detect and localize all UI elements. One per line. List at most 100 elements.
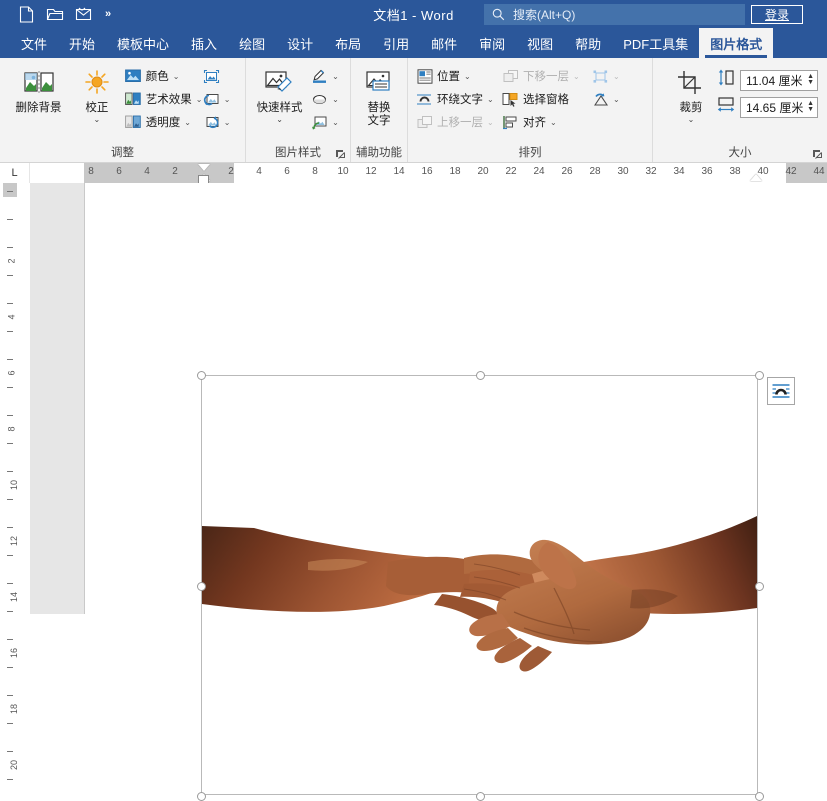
hruler-num-17: 28 bbox=[589, 166, 600, 177]
shape-height-input[interactable]: 11.04 厘米 ▲▼ bbox=[740, 70, 818, 91]
tab-help[interactable]: 帮助 bbox=[564, 28, 612, 58]
tab-review[interactable]: 审阅 bbox=[468, 28, 516, 58]
picture-layout-caret-icon[interactable]: ⌄ bbox=[332, 118, 339, 127]
resize-handle-middle-right[interactable] bbox=[755, 582, 764, 591]
resize-handle-bottom-right[interactable] bbox=[755, 792, 764, 801]
shape-width-spinner[interactable]: ▲▼ bbox=[807, 101, 815, 113]
ribbon-tab-bar[interactable]: 文件 开始 模板中心 插入 绘图 设计 布局 引用 邮件 审阅 视图 帮助 PD… bbox=[0, 28, 827, 58]
wrap-text-button[interactable]: 环绕文字 ⌄ bbox=[413, 88, 499, 110]
new-document-icon[interactable] bbox=[16, 4, 36, 24]
tab-home[interactable]: 开始 bbox=[58, 28, 106, 58]
remove-background-button[interactable]: 删除背景 bbox=[5, 63, 72, 115]
two-arms-reaching-photo[interactable] bbox=[202, 376, 757, 794]
wrap-text-caret-icon[interactable]: ⌄ bbox=[487, 95, 494, 104]
picture-styles-dialog-launcher[interactable] bbox=[335, 149, 346, 160]
corrections-button[interactable]: 校正 ⌄ bbox=[72, 63, 122, 124]
horizontal-ruler-track[interactable]: 8 6 4 2 2 4 6 8 10 12 14 16 18 20 22 24 … bbox=[30, 163, 827, 183]
hruler-num-3: 2 bbox=[172, 166, 178, 177]
first-line-indent-marker[interactable] bbox=[198, 164, 210, 171]
resize-handle-middle-left[interactable] bbox=[197, 582, 206, 591]
tab-draw[interactable]: 绘图 bbox=[228, 28, 276, 58]
resize-handle-bottom-center[interactable] bbox=[476, 792, 485, 801]
reset-picture-caret-icon[interactable]: ⌄ bbox=[224, 118, 231, 127]
selected-image-frame[interactable] bbox=[201, 375, 758, 795]
group-objects-caret-icon[interactable]: ⌄ bbox=[613, 72, 620, 81]
compress-pictures-button[interactable] bbox=[200, 65, 240, 87]
crop-button[interactable]: 裁剪 ⌄ bbox=[665, 63, 717, 124]
crop-caret-icon[interactable]: ⌄ bbox=[688, 116, 695, 124]
tab-layout[interactable]: 布局 bbox=[324, 28, 372, 58]
quick-access-overflow-button[interactable]: » bbox=[103, 9, 113, 20]
corrections-caret-icon[interactable]: ⌄ bbox=[94, 116, 101, 124]
picture-border-button[interactable]: ⌄ bbox=[308, 65, 345, 87]
tab-stop-selector[interactable]: L bbox=[0, 163, 30, 183]
shape-height-spinner[interactable]: ▲▼ bbox=[807, 74, 815, 86]
horizontal-ruler[interactable]: L 8 6 4 2 2 4 6 8 10 12 14 16 18 20 22 2… bbox=[0, 163, 827, 183]
ribbon: 删除背景 校正 ⌄ bbox=[0, 58, 827, 163]
vruler-tick-18 bbox=[7, 695, 13, 696]
vruler-tick-2 bbox=[7, 247, 13, 248]
vruler-tick-10 bbox=[7, 471, 13, 472]
tab-template-center[interactable]: 模板中心 bbox=[106, 28, 180, 58]
tab-insert[interactable]: 插入 bbox=[180, 28, 228, 58]
send-backward-caret-icon[interactable]: ⌄ bbox=[573, 72, 580, 81]
quick-styles-caret-icon[interactable]: ⌄ bbox=[276, 116, 283, 124]
tab-pdf-tools[interactable]: PDF工具集 bbox=[612, 28, 699, 58]
color-icon bbox=[125, 68, 142, 85]
transparency-button[interactable]: 透明度 ⌄ bbox=[122, 111, 200, 133]
position-caret-icon[interactable]: ⌄ bbox=[464, 72, 471, 81]
position-button[interactable]: 位置 ⌄ bbox=[413, 65, 499, 87]
color-button[interactable]: 颜色 ⌄ bbox=[122, 65, 200, 87]
right-indent-marker[interactable] bbox=[750, 174, 762, 181]
resize-handle-top-right[interactable] bbox=[755, 371, 764, 380]
remove-background-label: 删除背景 bbox=[16, 102, 62, 115]
position-label: 位置 bbox=[437, 68, 460, 84]
open-folder-icon[interactable] bbox=[45, 4, 65, 24]
alt-text-button[interactable]: 替换 文字 bbox=[356, 63, 402, 128]
tab-mailings[interactable]: 邮件 bbox=[420, 28, 468, 58]
hruler-num-6: 6 bbox=[284, 166, 290, 177]
picture-layout-button[interactable]: ⌄ bbox=[308, 111, 345, 133]
quick-access-toolbar[interactable]: » bbox=[0, 4, 113, 24]
size-label-text: 大小 bbox=[729, 147, 752, 159]
picture-effects-caret-icon[interactable]: ⌄ bbox=[332, 95, 339, 104]
align-button[interactable]: 对齐 ⌄ bbox=[499, 111, 589, 133]
tab-picture-format[interactable]: 图片格式 bbox=[699, 28, 773, 58]
picture-effects-button[interactable]: ⌄ bbox=[308, 88, 345, 110]
sign-in-button[interactable]: 登录 bbox=[751, 5, 803, 24]
resize-handle-bottom-left[interactable] bbox=[197, 792, 206, 801]
quick-styles-label: 快速样式 bbox=[257, 102, 303, 115]
left-indent-marker[interactable] bbox=[198, 175, 209, 183]
crop-label: 裁剪 bbox=[680, 102, 703, 115]
vruler-tick-7 bbox=[7, 387, 13, 388]
reset-picture-button[interactable]: ⌄ bbox=[200, 111, 240, 133]
transparency-caret-icon[interactable]: ⌄ bbox=[184, 118, 191, 127]
artistic-effects-button[interactable]: 艺术效果 ⌄ bbox=[122, 88, 200, 110]
selection-pane-button[interactable]: 选择窗格 bbox=[499, 88, 589, 110]
rotate-button[interactable]: ⌄ bbox=[589, 88, 634, 110]
tab-view[interactable]: 视图 bbox=[516, 28, 564, 58]
tab-file[interactable]: 文件 bbox=[10, 28, 58, 58]
resize-handle-top-left[interactable] bbox=[197, 371, 206, 380]
group-objects-button[interactable]: ⌄ bbox=[589, 65, 634, 87]
bring-forward-button[interactable]: 上移一层 ⌄ bbox=[413, 111, 499, 133]
picture-border-caret-icon[interactable]: ⌄ bbox=[332, 72, 339, 81]
rotate-caret-icon[interactable]: ⌄ bbox=[613, 95, 620, 104]
align-caret-icon[interactable]: ⌄ bbox=[550, 118, 557, 127]
change-picture-button[interactable]: ⌄ bbox=[200, 88, 240, 110]
change-picture-caret-icon[interactable]: ⌄ bbox=[224, 95, 231, 104]
send-backward-button[interactable]: 下移一层 ⌄ bbox=[499, 65, 589, 87]
layout-options-button[interactable] bbox=[767, 377, 795, 405]
quick-styles-button[interactable]: 快速样式 ⌄ bbox=[251, 63, 308, 124]
resize-handle-top-center[interactable] bbox=[476, 371, 485, 380]
tab-design[interactable]: 设计 bbox=[276, 28, 324, 58]
tab-references[interactable]: 引用 bbox=[372, 28, 420, 58]
save-email-icon[interactable] bbox=[74, 4, 94, 24]
vertical-ruler[interactable]: 2 4 6 8 10 12 14 16 18 20 bbox=[0, 183, 30, 614]
search-input[interactable]: 搜索(Alt+Q) bbox=[484, 4, 745, 25]
shape-width-input[interactable]: 14.65 厘米 ▲▼ bbox=[740, 97, 818, 118]
color-caret-icon[interactable]: ⌄ bbox=[173, 72, 180, 81]
bring-forward-caret-icon[interactable]: ⌄ bbox=[487, 118, 494, 127]
size-dialog-launcher[interactable] bbox=[812, 149, 823, 160]
vruler-tick-21 bbox=[7, 779, 13, 780]
